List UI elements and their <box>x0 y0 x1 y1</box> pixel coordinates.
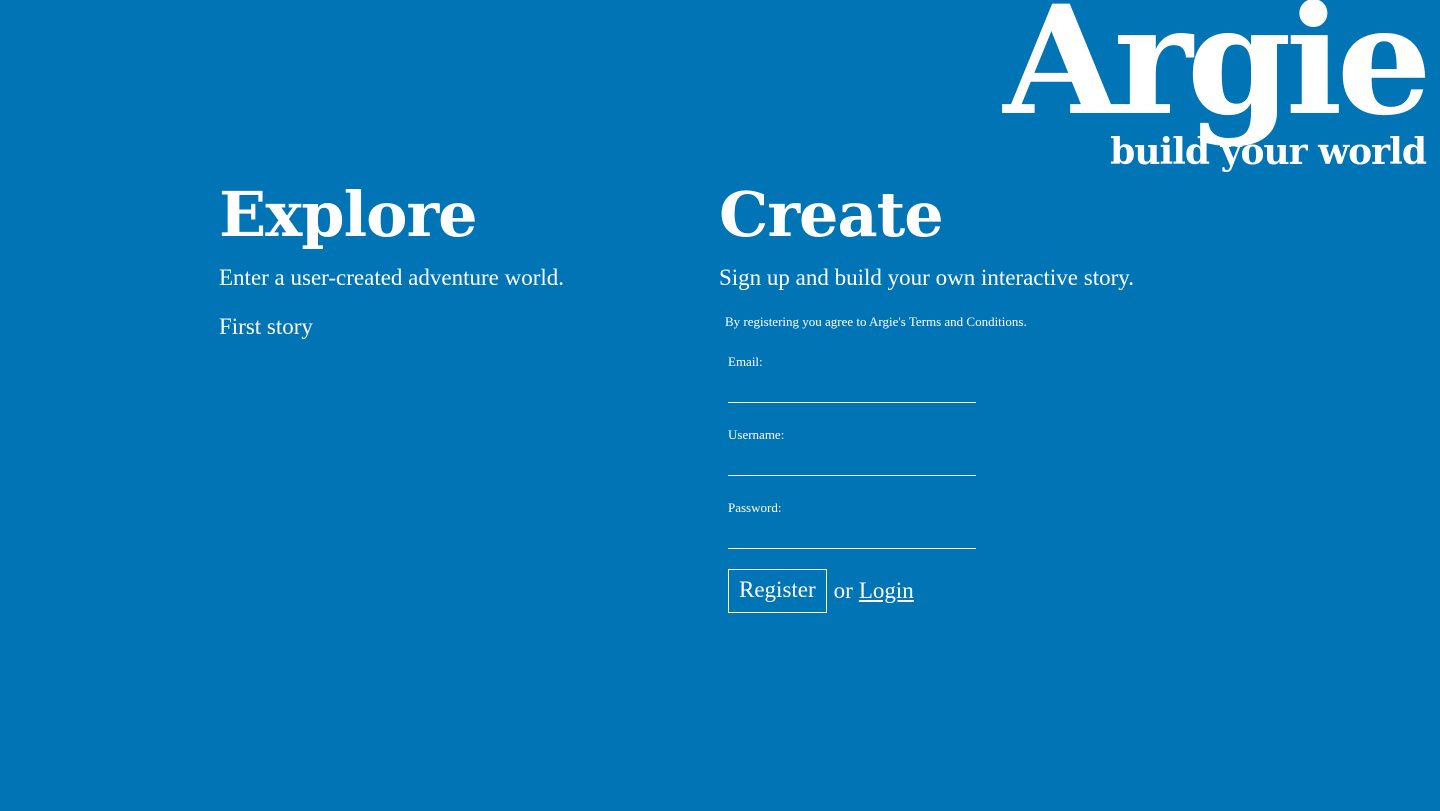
create-heading: Create <box>719 178 944 251</box>
email-field-group: Email: <box>728 354 976 403</box>
password-field[interactable] <box>728 527 976 549</box>
form-actions: Register or Login <box>728 568 976 613</box>
register-button[interactable]: Register <box>728 568 827 613</box>
email-label: Email: <box>728 353 763 369</box>
password-field-group: Password: <box>728 500 976 549</box>
terms-notice: By registering you agree to Argie's Term… <box>725 313 1027 329</box>
or-text: or <box>833 577 853 603</box>
story-link-first-story[interactable]: First story <box>219 314 313 340</box>
password-label: Password: <box>728 499 782 515</box>
username-field-group: Username: <box>728 427 976 476</box>
brand-title: Argie <box>1003 0 1432 149</box>
explore-heading: Explore <box>219 178 478 251</box>
explore-description: Enter a user-created adventure world. <box>219 265 564 290</box>
login-link[interactable]: Login <box>859 578 914 604</box>
registration-form: Email: Username: Password: Register or L… <box>728 354 976 613</box>
username-field[interactable] <box>728 454 976 476</box>
create-section: Create Sign up and build your own intera… <box>719 178 1279 613</box>
email-field[interactable] <box>728 381 976 403</box>
brand-logo: Argie build your world <box>1003 0 1432 170</box>
create-description: Sign up and build your own interactive s… <box>719 265 1134 290</box>
explore-section: Explore Enter a user-created adventure w… <box>219 178 689 340</box>
username-label: Username: <box>728 426 785 442</box>
